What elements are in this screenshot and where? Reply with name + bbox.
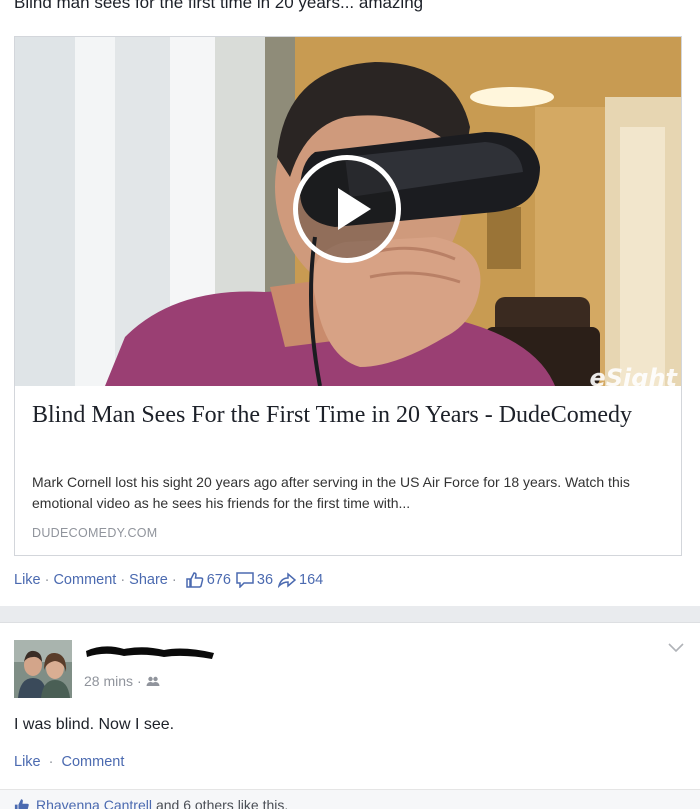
like-count[interactable]: 676 [185,572,231,588]
comment-count-value: 36 [256,572,274,588]
video-thumbnail[interactable]: eSight [15,37,681,386]
likes-line: Rhavenna Cantrell and 6 others like this… [14,797,288,809]
redacted-name-scribble [86,646,214,659]
post-action-bar: Like · Comment [14,754,124,770]
share-count-value: 164 [299,572,324,588]
shared-link-post: Blind man sees for the first time in 20 … [0,0,700,606]
liker-names-link[interactable]: Rhavenna Cantrell [36,797,152,809]
like-link[interactable]: Like [14,754,41,770]
likes-count-text[interactable]: and 6 others like this. [156,797,288,809]
status-post: 28 mins · I was blind. Now I see. Like ·… [0,622,700,809]
profile-photo [14,640,72,698]
separator: · [44,572,50,588]
link-title[interactable]: Blind Man Sees For the First Time in 20 … [32,400,652,431]
facebook-feed: Blind man sees for the first time in 20 … [0,0,700,809]
share-link[interactable]: Share [129,572,168,588]
like-link[interactable]: Like [14,572,41,588]
separator: · [171,572,177,588]
separator: · [120,572,126,588]
chevron-down-icon[interactable] [668,643,684,653]
friends-audience-icon[interactable] [146,676,160,687]
thumbs-up-icon [185,572,204,588]
link-domain: DUDECOMEDY.COM [32,526,158,540]
share-icon [278,572,297,588]
video-watermark-logo: eSight [589,364,677,386]
post-text: Blind man sees for the first time in 20 … [14,0,424,12]
link-preview-card[interactable]: eSight Blind Man Sees For the First Time… [14,36,682,556]
link-description: Mark Cornell lost his sight 20 years ago… [32,474,630,511]
like-count-value: 676 [206,572,231,588]
comment-count[interactable]: 36 [236,572,273,588]
status-text: I was blind. Now I see. [14,716,175,733]
likes-summary: Rhavenna Cantrell and 6 others like this… [0,789,700,809]
post-timestamp[interactable]: 28 mins [84,673,133,689]
thumbs-up-icon [14,798,29,809]
separator: · [48,754,54,770]
link-card-body[interactable]: Blind Man Sees For the First Time in 20 … [15,386,681,555]
separator: · [137,673,142,689]
comment-icon [236,572,254,588]
play-button[interactable] [293,155,401,263]
share-count[interactable]: 164 [278,572,323,588]
avatar[interactable] [14,640,72,698]
comment-link[interactable]: Comment [53,572,116,588]
post-meta: 28 mins · [84,673,160,689]
play-icon [338,188,371,230]
comment-link[interactable]: Comment [62,754,125,770]
post-action-bar: Like · Comment · Share · 676 36 164 [14,572,323,588]
